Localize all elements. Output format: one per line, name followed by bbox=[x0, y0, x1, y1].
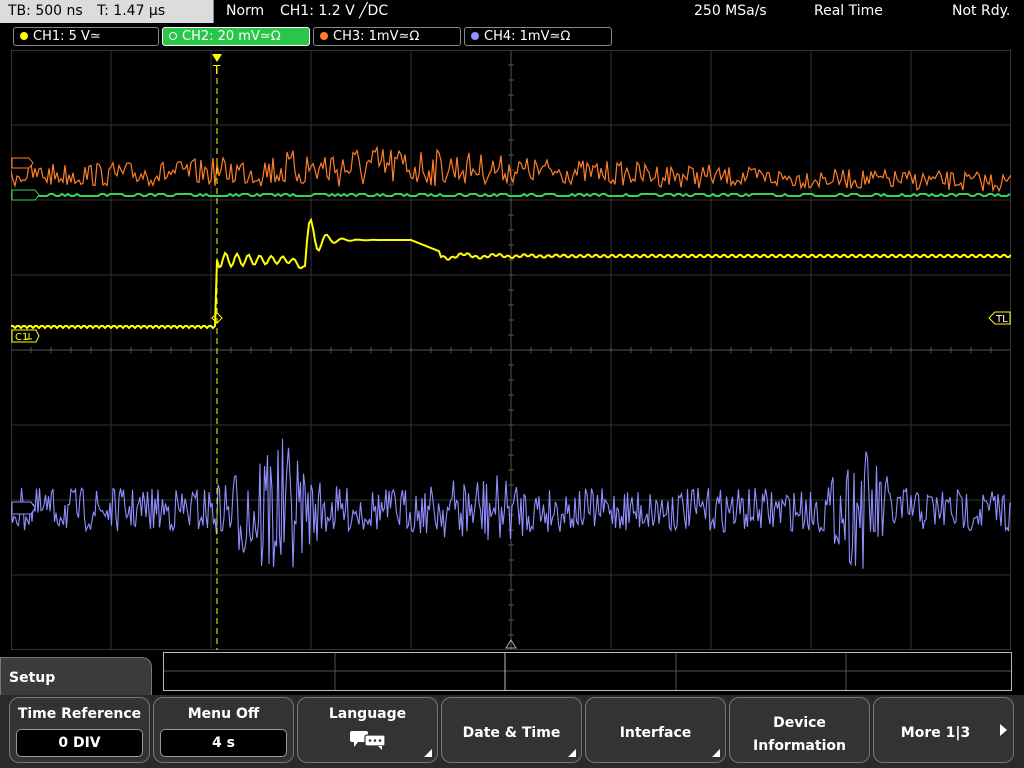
acquisition-mode: Real Time bbox=[814, 3, 883, 19]
menu-title: Setup bbox=[0, 657, 152, 697]
speech-bubbles-icon bbox=[349, 731, 386, 750]
time-reference-button[interactable]: Time Reference 0 DIV bbox=[9, 697, 150, 763]
channel-tab-ch2[interactable]: CH2: 20 mV≃Ω bbox=[162, 27, 310, 46]
menu-off-value: 4 s bbox=[160, 729, 287, 757]
waveform-display[interactable]: T C1 TL bbox=[11, 50, 1011, 650]
ch4-color-dot bbox=[471, 32, 479, 40]
timebase-box[interactable]: TB: 500 ns T: 1.47 µs bbox=[0, 0, 214, 23]
channel-tab-label: CH4: 1mV≃Ω bbox=[484, 29, 571, 44]
softkey-bar: Time Reference 0 DIV Menu Off 4 s Langua… bbox=[0, 695, 1024, 768]
date-time-label: Date & Time bbox=[462, 725, 561, 741]
status-bar: TB: 500 ns T: 1.47 µs Norm CH1: 1.2 V ╱D… bbox=[0, 0, 1024, 25]
trigger-level-label: TL bbox=[995, 314, 1008, 325]
trigger-mode: Norm bbox=[226, 3, 265, 19]
ch2-offset-marker[interactable] bbox=[11, 189, 40, 201]
channel-tab-label: CH3: 1mV≃Ω bbox=[333, 29, 420, 44]
ch3-offset-marker[interactable] bbox=[11, 157, 34, 169]
timebase-value: TB: 500 ns bbox=[8, 3, 83, 19]
menu-off-button[interactable]: Menu Off 4 s bbox=[153, 697, 294, 763]
trigger-time-value: T: 1.47 µs bbox=[97, 3, 166, 19]
ch1-offset-label: C1 bbox=[15, 332, 28, 343]
time-reference-label: Time Reference bbox=[17, 706, 142, 722]
next-page-arrow-icon bbox=[1000, 724, 1007, 736]
device-information-label-line2: Information bbox=[753, 738, 846, 754]
submenu-indicator-icon bbox=[712, 749, 720, 757]
language-label: Language bbox=[328, 706, 407, 722]
ch1-color-dot bbox=[20, 32, 28, 40]
ch2-color-dot bbox=[169, 32, 177, 40]
language-button[interactable]: Language bbox=[297, 697, 438, 763]
channel-tab-ch3[interactable]: CH3: 1mV≃Ω bbox=[313, 27, 461, 46]
ch3-color-dot bbox=[320, 32, 328, 40]
run-state: Not Rdy. bbox=[952, 3, 1011, 19]
timeline-overview-canvas bbox=[164, 653, 1011, 690]
more-label: More 1|3 bbox=[900, 725, 971, 741]
channel-tab-label: CH2: 20 mV≃Ω bbox=[182, 29, 281, 44]
submenu-indicator-icon bbox=[568, 749, 576, 757]
channel-tab-ch1[interactable]: CH1: 5 V≃ bbox=[13, 27, 159, 46]
time-reference-value: 0 DIV bbox=[16, 729, 143, 757]
device-information-button[interactable]: Device Information bbox=[729, 697, 870, 763]
waveform-canvas: T C1 TL bbox=[11, 50, 1011, 650]
interface-button[interactable]: Interface bbox=[585, 697, 726, 763]
trigger-position-label: T bbox=[212, 63, 221, 77]
channel-tab-ch4[interactable]: CH4: 1mV≃Ω bbox=[464, 27, 612, 46]
timeline-overview bbox=[163, 652, 1012, 691]
date-time-button[interactable]: Date & Time bbox=[441, 697, 582, 763]
more-button[interactable]: More 1|3 bbox=[873, 697, 1014, 763]
device-information-label-line1: Device bbox=[773, 715, 826, 731]
ch1-offset-marker[interactable]: C1 bbox=[11, 329, 40, 343]
sample-rate: 250 MSa/s bbox=[694, 3, 767, 19]
ch4-offset-marker[interactable] bbox=[11, 501, 36, 515]
channel-tab-label: CH1: 5 V≃ bbox=[33, 29, 101, 44]
submenu-indicator-icon bbox=[424, 749, 432, 757]
channel-tabs: CH1: 5 V≃ CH2: 20 mV≃Ω CH3: 1mV≃Ω CH4: 1… bbox=[0, 25, 1024, 48]
menu-off-label: Menu Off bbox=[187, 706, 260, 722]
interface-label: Interface bbox=[619, 725, 692, 741]
trigger-source: CH1: 1.2 V ╱DC bbox=[280, 3, 389, 19]
